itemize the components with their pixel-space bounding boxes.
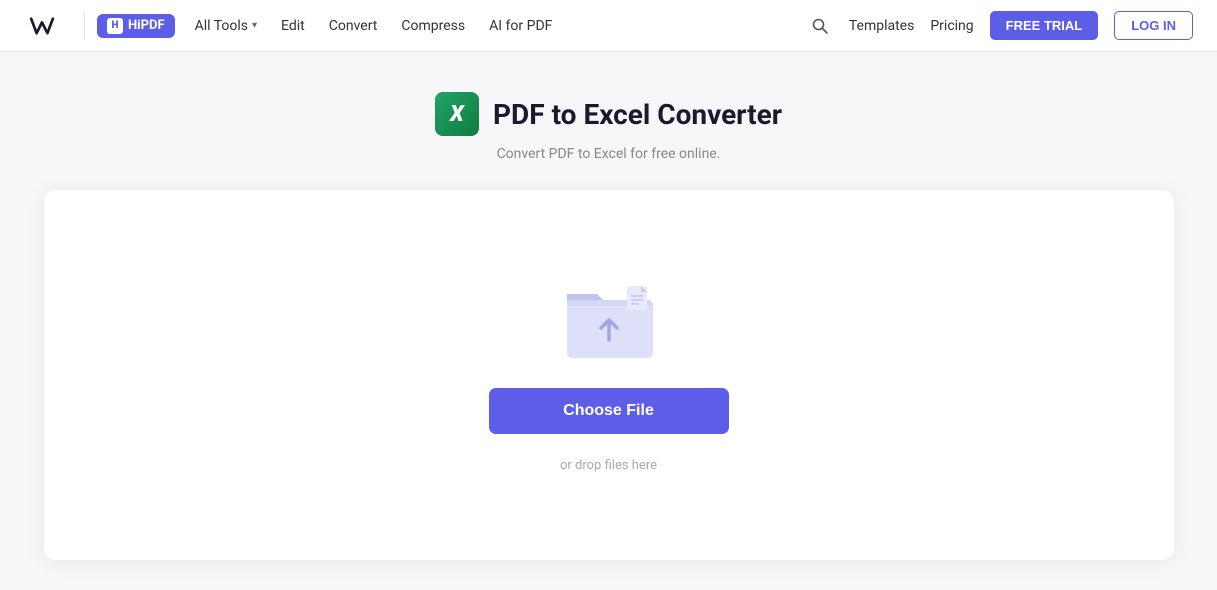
hipdf-icon: H (107, 18, 123, 34)
page-header: X PDF to Excel Converter Convert PDF to … (435, 92, 782, 162)
page-title: PDF to Excel Converter (493, 98, 782, 131)
nav-divider (84, 12, 85, 40)
free-trial-button[interactable]: FREE TRIAL (990, 11, 1099, 40)
main-content: X PDF to Excel Converter Convert PDF to … (0, 52, 1217, 590)
folder-illustration (559, 278, 659, 364)
page-subtitle: Convert PDF to Excel for free online. (497, 146, 721, 162)
nav-edit[interactable]: Edit (271, 12, 315, 40)
nav-links: All Tools ▾ Edit Convert Compress AI for… (185, 12, 563, 40)
navbar: H HiPDF All Tools ▾ Edit Convert Compres… (0, 0, 1217, 52)
excel-icon: X (435, 92, 479, 136)
page-title-row: X PDF to Excel Converter (435, 92, 782, 136)
wondershare-logo-icon (24, 8, 60, 44)
drop-zone-card: Choose File or drop files here (44, 190, 1174, 560)
all-tools-chevron-icon: ▾ (252, 20, 257, 31)
nav-pricing-link[interactable]: Pricing (930, 18, 973, 34)
nav-compress[interactable]: Compress (391, 12, 475, 40)
drop-hint-text: or drop files here (560, 458, 657, 473)
excel-x-letter: X (450, 102, 464, 127)
choose-file-button[interactable]: Choose File (489, 388, 729, 434)
nav-convert[interactable]: Convert (319, 12, 388, 40)
nav-ai-for-pdf[interactable]: AI for PDF (479, 12, 562, 40)
hipdf-label: HiPDF (128, 18, 165, 33)
login-button[interactable]: LOG IN (1114, 11, 1193, 40)
nav-templates-link[interactable]: Templates (849, 18, 915, 34)
brand-logo[interactable] (24, 8, 60, 44)
nav-right-section: Templates Pricing FREE TRIAL LOG IN (807, 11, 1193, 40)
nav-all-tools[interactable]: All Tools ▾ (185, 12, 267, 40)
search-icon (811, 17, 829, 35)
search-button[interactable] (807, 13, 833, 39)
hipdf-brand-badge[interactable]: H HiPDF (97, 14, 175, 38)
